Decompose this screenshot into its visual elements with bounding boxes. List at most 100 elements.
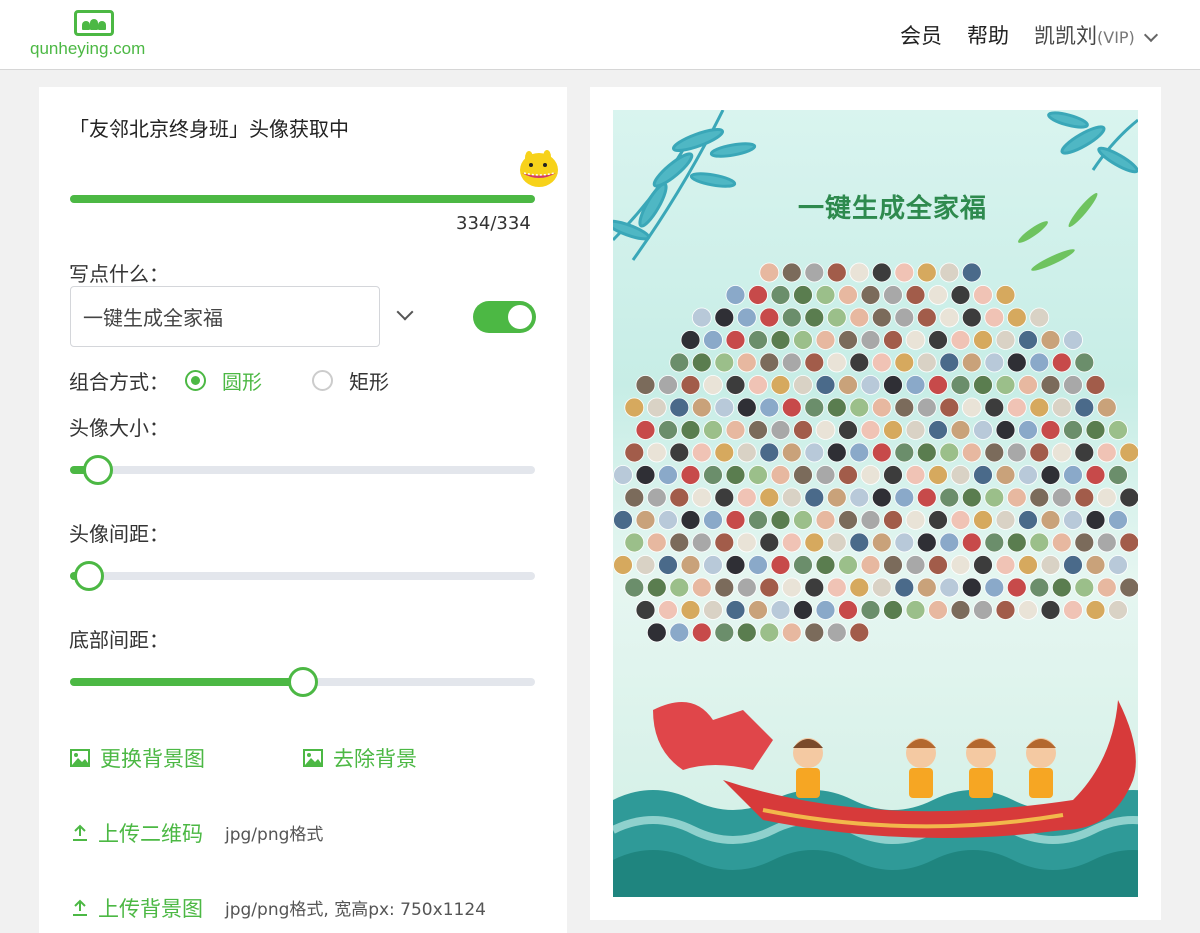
group-photo-poster[interactable]: 一键生成全家福 (613, 110, 1138, 897)
avatar-thumbnail (995, 420, 1016, 440)
avatar-thumbnail (894, 532, 915, 553)
radio-circle[interactable] (185, 370, 206, 391)
avatar-thumbnail (838, 465, 858, 485)
user-menu[interactable]: 凯凯刘(VIP) (1034, 20, 1135, 50)
chevron-down-icon[interactable] (1143, 27, 1159, 43)
site-logo[interactable]: qunheying.com (30, 8, 160, 64)
avatar-thumbnail (714, 442, 735, 463)
avatar-thumbnail (658, 465, 678, 485)
avatar-spacing-slider[interactable] (70, 561, 535, 591)
avatar-thumbnail (849, 307, 870, 328)
avatar-thumbnail (1085, 555, 1106, 575)
avatar-thumbnail (928, 285, 948, 305)
slider-handle[interactable] (73, 561, 104, 591)
avatar-thumbnail (691, 442, 712, 463)
avatar-thumbnail (1085, 600, 1106, 620)
avatar-thumbnail (1108, 555, 1128, 575)
change-background-button[interactable]: 更换背景图 (70, 743, 205, 773)
upload-icon (73, 824, 87, 841)
avatar-thumbnail (669, 487, 690, 508)
avatar-thumbnail (703, 375, 723, 395)
radio-circle-label[interactable]: 圆形 (222, 366, 262, 395)
avatar-thumbnail (995, 555, 1016, 575)
avatar-thumbnail (759, 442, 780, 463)
avatar-thumbnail (1063, 510, 1083, 530)
avatar-thumbnail (1108, 510, 1128, 530)
avatar-size-slider[interactable] (70, 455, 535, 485)
radio-rectangle-label[interactable]: 矩形 (349, 366, 389, 395)
avatar-thumbnail (961, 487, 982, 508)
avatar-thumbnail (826, 532, 847, 553)
bottom-spacing-slider[interactable] (70, 667, 535, 697)
avatar-thumbnail (871, 262, 892, 283)
avatar-thumbnail (736, 442, 757, 463)
avatar-thumbnail (950, 600, 971, 620)
avatar-thumbnail (1018, 555, 1038, 575)
avatar-thumbnail (1018, 600, 1038, 620)
avatar-thumbnail (815, 600, 836, 620)
avatar-thumbnail (804, 352, 825, 373)
avatar-thumbnail (793, 555, 813, 575)
avatar-thumbnail (759, 397, 780, 418)
slider-handle[interactable] (82, 455, 113, 485)
avatar-thumbnail (939, 487, 960, 508)
nav-member[interactable]: 会员 (900, 20, 942, 50)
avatar-thumbnail (725, 285, 746, 305)
change-background-label: 更换背景图 (100, 747, 205, 771)
nav-help[interactable]: 帮助 (967, 20, 1009, 50)
avatar-thumbnail (973, 420, 993, 440)
avatar-thumbnail (871, 397, 892, 418)
avatar-thumbnail (781, 442, 802, 463)
avatar-thumbnail (950, 465, 971, 485)
upload-qr-button[interactable]: 上传二维码 (72, 818, 203, 848)
avatar-thumbnail (1119, 442, 1138, 463)
avatar-thumbnail (1108, 420, 1128, 440)
avatar-thumbnail (894, 307, 915, 328)
avatar-thumbnail (916, 307, 937, 328)
caption-input[interactable] (70, 286, 380, 347)
avatar-thumbnail (680, 555, 701, 575)
caption-toggle[interactable] (473, 301, 536, 333)
upload-icon (73, 899, 87, 916)
avatar-thumbnail (815, 420, 836, 440)
avatar-thumbnail (781, 622, 802, 643)
avatar-thumbnail (748, 510, 768, 530)
avatar-thumbnail (1085, 375, 1106, 395)
avatar-thumbnail (736, 487, 757, 508)
avatar-thumbnail (613, 555, 633, 575)
avatar-thumbnail (1108, 600, 1128, 620)
avatar-thumbnail (939, 397, 960, 418)
avatar-thumbnail (781, 307, 802, 328)
avatar-thumbnail (1006, 532, 1027, 553)
avatar-thumbnail (961, 352, 982, 373)
avatar-thumbnail (804, 532, 825, 553)
avatar-thumbnail (916, 487, 937, 508)
avatar-thumbnail (939, 307, 960, 328)
slider-handle[interactable] (287, 667, 318, 697)
avatar-thumbnail (871, 352, 892, 373)
avatar-thumbnail (826, 622, 847, 643)
avatar-thumbnail (714, 352, 735, 373)
avatar-thumbnail (860, 510, 881, 530)
avatar-thumbnail (1119, 577, 1138, 598)
avatar-thumbnail (691, 532, 712, 553)
avatar-thumbnail (1029, 307, 1050, 328)
upload-qr-label: 上传二维码 (98, 822, 203, 846)
avatar-thumbnail (916, 352, 937, 373)
avatar-thumbnail (748, 375, 768, 395)
avatar-thumbnail (860, 600, 881, 620)
avatar-thumbnail (635, 465, 656, 485)
remove-background-button[interactable]: 去除背景 (303, 743, 417, 773)
avatar-thumbnail (860, 465, 881, 485)
radio-rectangle[interactable] (312, 370, 333, 391)
chevron-down-icon[interactable] (396, 303, 414, 321)
upload-background-button[interactable]: 上传背景图 (72, 893, 203, 923)
avatar-thumbnail (781, 352, 802, 373)
avatar-thumbnail (804, 622, 825, 643)
avatar-thumbnail (1040, 330, 1061, 350)
avatar-thumbnail (1018, 375, 1038, 395)
progress-bar (70, 195, 535, 203)
avatar-thumbnail (883, 375, 903, 395)
avatar-thumbnail (871, 307, 892, 328)
avatar-thumbnail (838, 285, 858, 305)
